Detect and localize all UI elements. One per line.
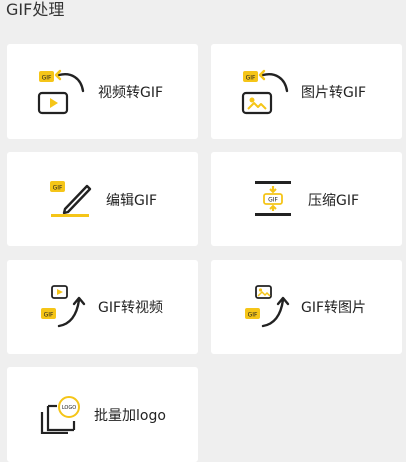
gif-to-video-label: GIF转视频 [98,300,164,316]
compress-gif-label: 压缩GIF [308,193,360,209]
page-header: GIF处理 [0,0,406,30]
gif-to-image-label: GIF转图片 [301,300,367,316]
svg-text:GIF: GIF [268,197,278,204]
svg-text:GIF: GIF [246,75,256,82]
svg-text:GIF: GIF [248,312,258,319]
svg-text:GIF: GIF [53,185,63,192]
video-to-gif-card[interactable]: GIF 视频转GIF [7,44,198,139]
gif-to-image-card[interactable]: GIF GIF转图片 [211,260,402,354]
compress-gif-icon: GIF [255,181,291,216]
image-to-gif-label: 图片转GIF [301,85,367,101]
video-to-gif-icon: GIF [37,69,85,115]
svg-text:LOGO: LOGO [62,405,76,411]
batch-logo-card[interactable]: LOGO 批量加logo [7,367,198,462]
svg-text:GIF: GIF [44,312,54,319]
gif-to-video-icon: GIF [41,285,86,328]
batch-logo-label: 批量加logo [94,408,166,424]
svg-text:GIF: GIF [42,75,52,82]
gif-to-image-icon: GIF [245,285,290,328]
batch-logo-icon: LOGO [40,396,80,434]
edit-gif-icon: GIF [50,181,92,217]
gif-to-video-card[interactable]: GIF GIF转视频 [7,260,198,354]
video-to-gif-label: 视频转GIF [98,85,164,101]
edit-gif-label: 编辑GIF [106,193,158,209]
image-to-gif-icon: GIF [241,69,289,115]
edit-gif-card[interactable]: GIF 编辑GIF [7,152,198,246]
image-to-gif-card[interactable]: GIF 图片转GIF [211,44,402,139]
page-title: GIF处理 [6,0,65,19]
compress-gif-card[interactable]: GIF 压缩GIF [211,152,402,246]
